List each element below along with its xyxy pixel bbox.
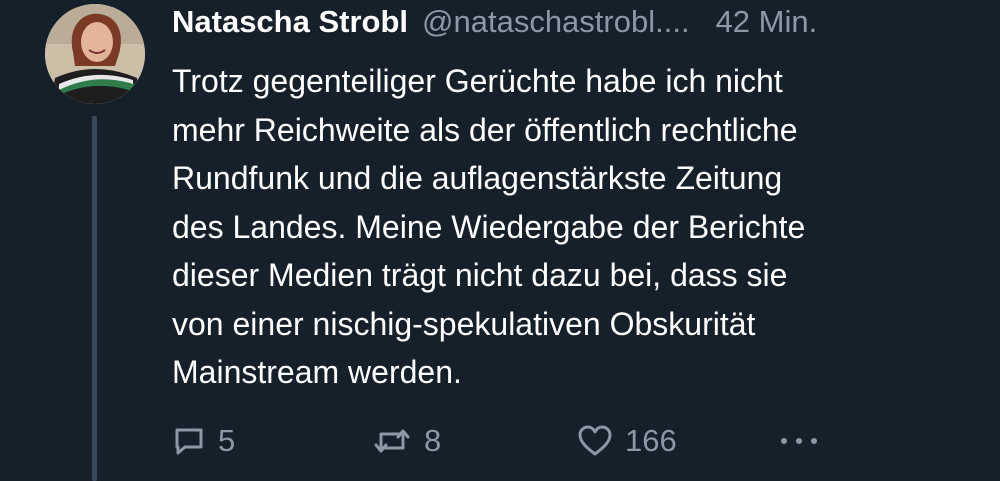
tweet[interactable]: Natascha Strobl @nataschastrobl.... 42 M… xyxy=(0,0,1000,481)
avatar[interactable] xyxy=(45,4,145,104)
reply-icon xyxy=(172,424,206,458)
more-button[interactable] xyxy=(777,418,821,464)
retweet-button[interactable]: 8 xyxy=(372,418,441,464)
author-name[interactable]: Natascha Strobl xyxy=(172,4,408,40)
more-icon xyxy=(777,424,821,458)
tweet-text-line: von einer nischig-spekulativen Obskuritä… xyxy=(172,305,756,342)
avatar-image xyxy=(45,4,145,104)
heart-icon xyxy=(577,424,613,458)
tweet-timestamp[interactable]: 42 Min. xyxy=(716,4,818,40)
tweet-actions: 5 8 166 xyxy=(172,418,832,464)
tweet-text-line: dieser Medien trägt nicht dazu bei, dass… xyxy=(172,257,788,293)
tweet-text-line: mehr Reichweite als der öffentlich recht… xyxy=(172,111,798,148)
author-handle[interactable]: @nataschastrobl.... xyxy=(422,4,690,40)
tweet-header: Natascha Strobl @nataschastrobl.... 42 M… xyxy=(172,4,817,50)
tweet-text-line: Trotz gegenteiliger Gerüchte habe ich ni… xyxy=(172,63,783,99)
tweet-text-line: des Landes. Meine Wiedergabe der Bericht… xyxy=(172,208,806,245)
reply-button[interactable]: 5 xyxy=(172,418,235,464)
retweet-count: 8 xyxy=(424,423,442,458)
thread-line xyxy=(92,116,97,481)
tweet-text-line: Rundfunk und die auflagenstärkste Zeitun… xyxy=(172,160,783,196)
like-button[interactable]: 166 xyxy=(577,418,677,464)
tweet-text: Trotz gegenteiliger Gerüchte habe ich ni… xyxy=(172,57,972,397)
reply-count: 5 xyxy=(218,423,236,458)
tweet-text-line: Mainstream werden. xyxy=(172,354,462,390)
retweet-icon xyxy=(372,424,412,458)
like-count: 166 xyxy=(625,423,677,458)
